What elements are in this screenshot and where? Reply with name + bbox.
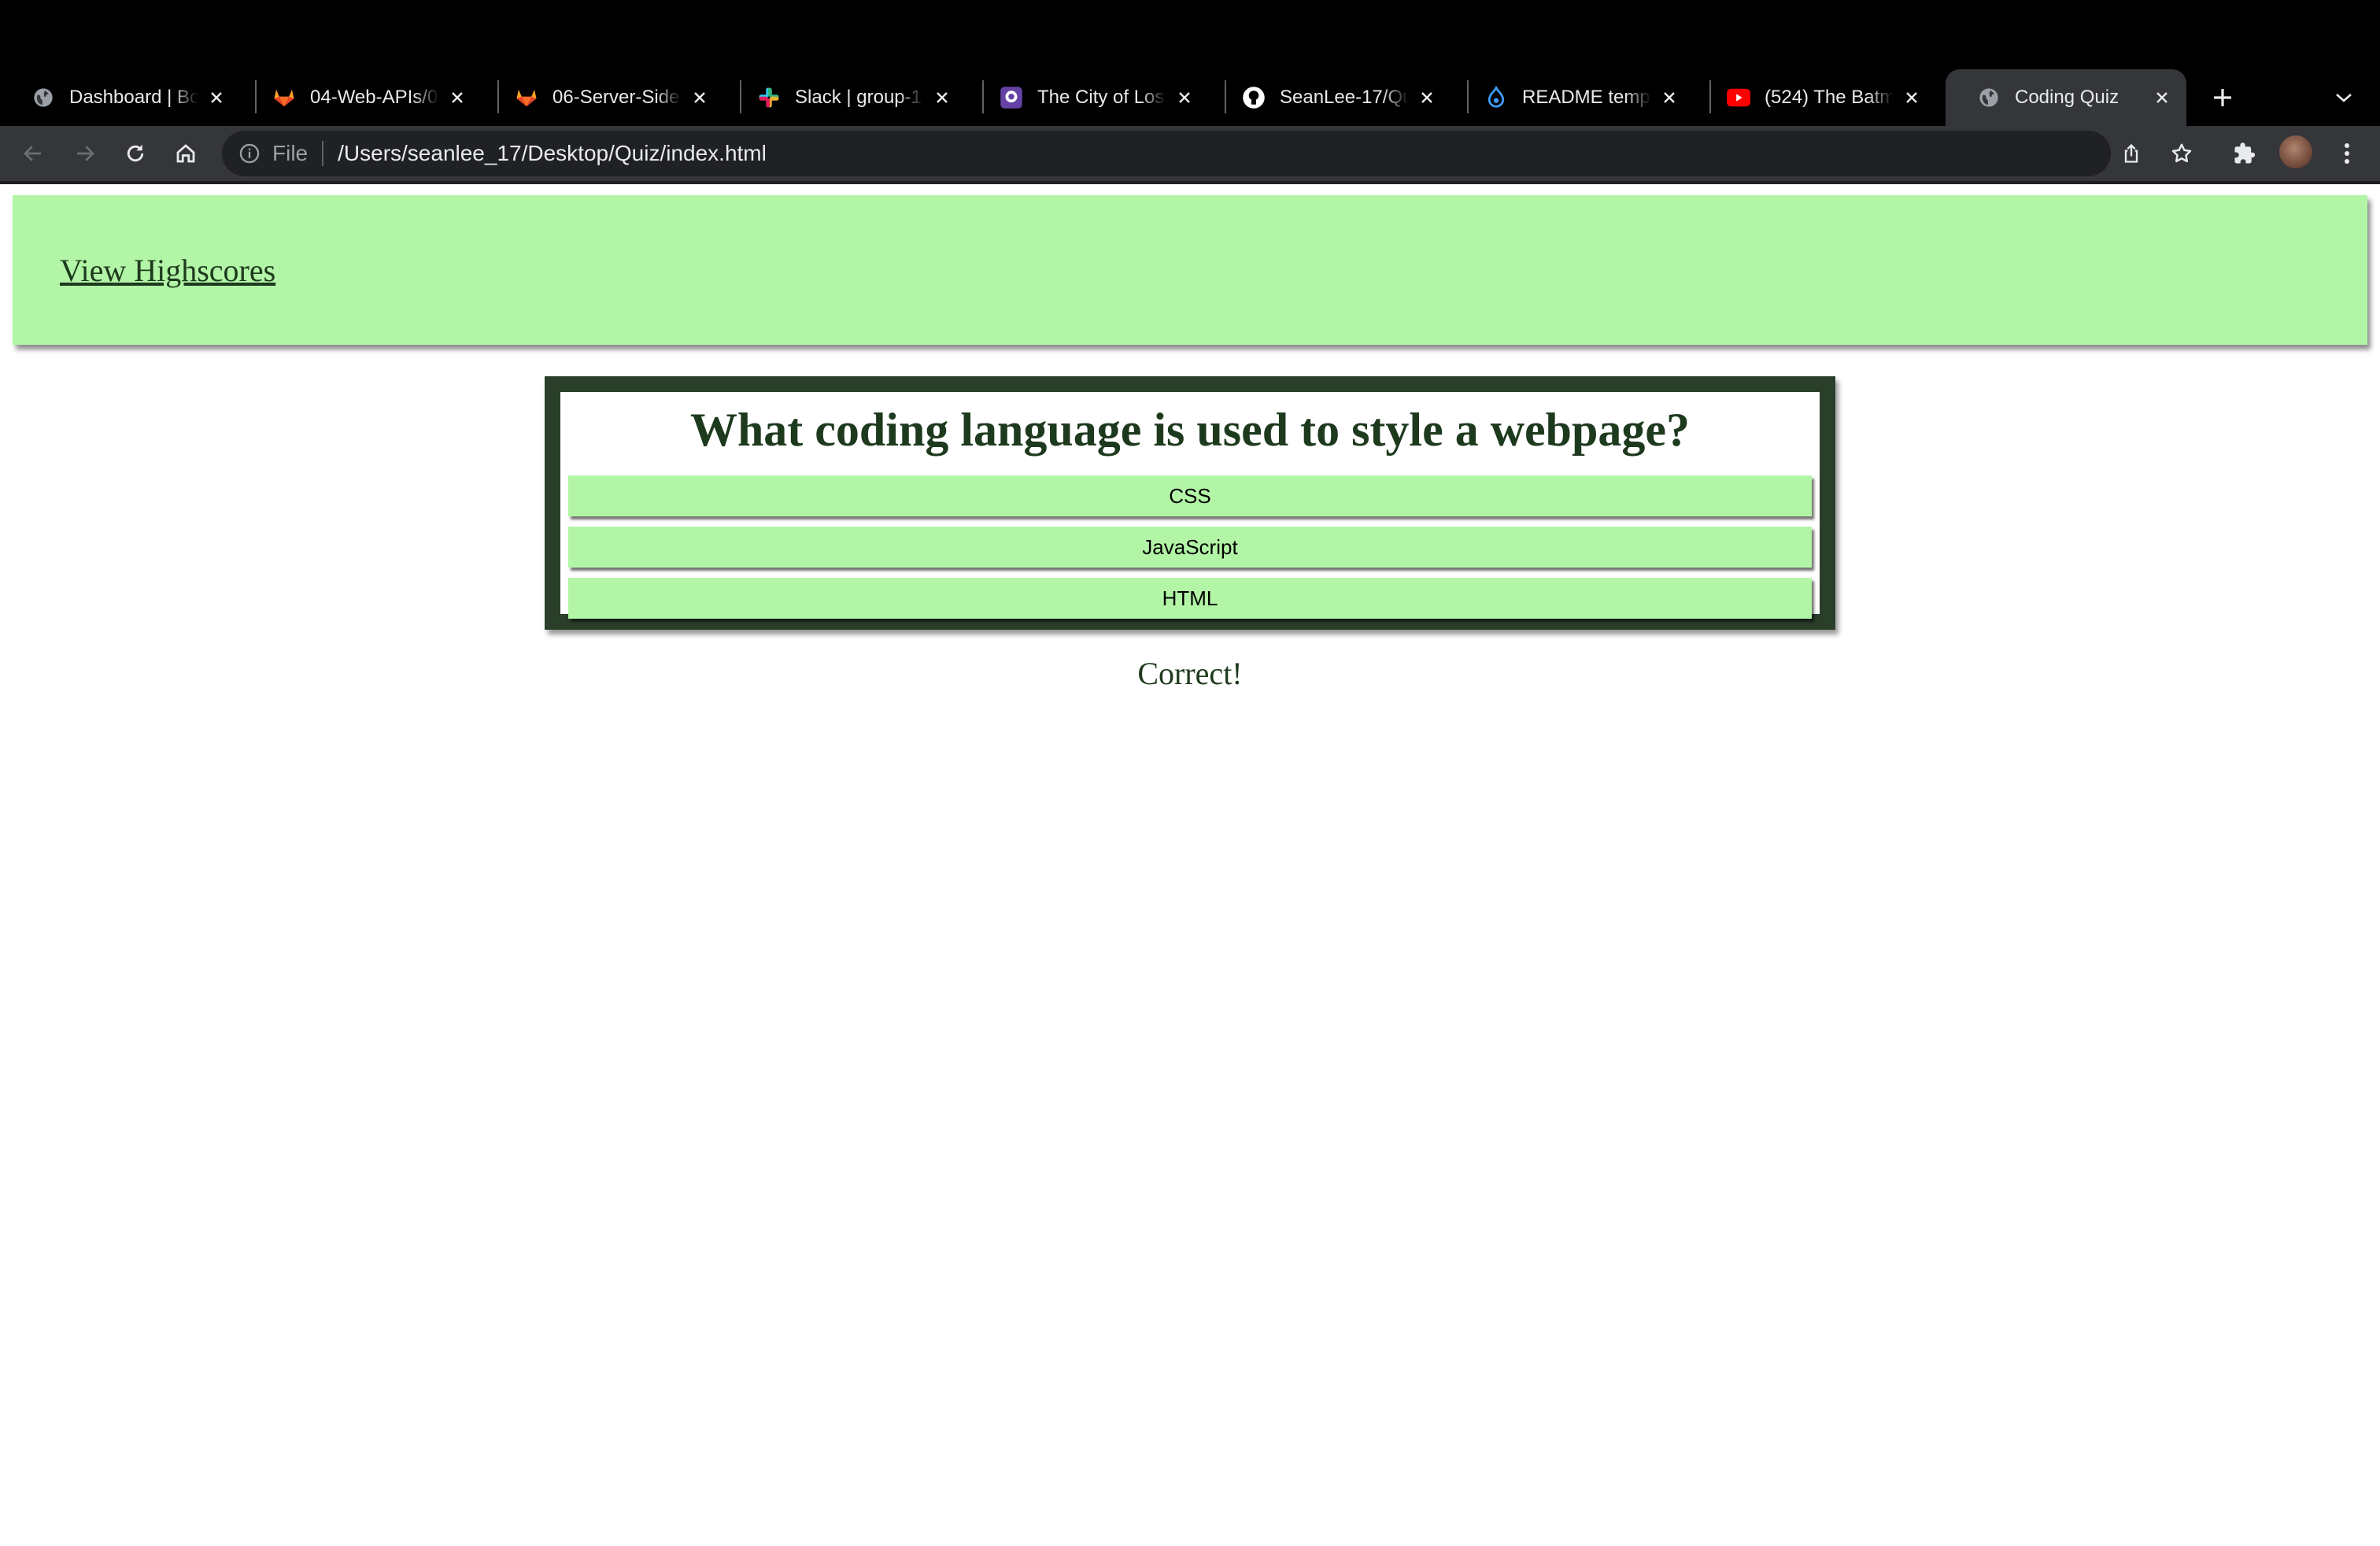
tab-title: 04-Web-APIs/02	[310, 87, 439, 108]
home-button[interactable]	[167, 135, 205, 172]
address-bar[interactable]: File /Users/seanlee_17/Desktop/Quiz/inde…	[222, 131, 2111, 176]
browser-tab[interactable]: 06-Server-Side-APIs	[483, 69, 724, 126]
address-url[interactable]: /Users/seanlee_17/Desktop/Quiz/index.htm…	[338, 141, 767, 166]
question-title: What coding language is used to style a …	[689, 404, 1691, 456]
tab-title: SeanLee-17/Quiz	[1280, 87, 1409, 108]
browser-tab[interactable]: Dashboard | Bootcamp Spot	[0, 69, 241, 126]
browser-tab[interactable]: (524) The Batman	[1695, 69, 1936, 126]
quiz-card: What coding language is used to style a …	[545, 376, 1835, 630]
browser-tab[interactable]: The City of Lost Souls	[968, 69, 1209, 126]
browser-tab[interactable]: README template	[1453, 69, 1694, 126]
close-icon[interactable]	[1900, 86, 1924, 109]
close-icon[interactable]	[445, 86, 469, 109]
close-icon[interactable]	[205, 86, 228, 109]
answer-button[interactable]: HTML	[568, 578, 1812, 619]
bookmark-star-icon[interactable]	[2163, 135, 2201, 172]
profile-avatar[interactable]	[2279, 135, 2312, 168]
answer-feedback: Correct!	[1137, 656, 1243, 691]
tab-title: Coding Quiz	[2015, 87, 2119, 108]
back-button[interactable]	[14, 135, 52, 172]
drupal-icon	[1484, 86, 1508, 109]
view-highscores-link[interactable]: View Highscores	[60, 252, 275, 289]
close-icon[interactable]	[1658, 86, 1681, 109]
reload-button[interactable]	[116, 135, 154, 172]
info-icon[interactable]	[238, 142, 261, 165]
answer-button[interactable]: CSS	[568, 475, 1812, 516]
browser-tab[interactable]: Slack | group-1	[726, 69, 966, 126]
tab-strip: Dashboard | Bootcamp Spot 04-Web-APIs/02…	[0, 0, 2380, 129]
tab-title: Dashboard | Bootcamp Spot	[69, 87, 198, 108]
tab-title: Slack | group-1	[795, 87, 922, 108]
close-icon[interactable]	[2150, 86, 2174, 109]
share-icon[interactable]	[2112, 135, 2150, 172]
slack-icon	[757, 86, 781, 109]
menu-kebab-icon[interactable]	[2328, 135, 2366, 172]
gitlab-icon	[272, 86, 296, 109]
close-icon[interactable]	[1415, 86, 1439, 109]
youtube-icon	[1727, 86, 1750, 109]
github-icon	[1242, 86, 1266, 109]
tab-title: 06-Server-Side-APIs	[552, 87, 682, 108]
gitlab-icon	[515, 86, 538, 109]
new-tab-button[interactable]	[2204, 79, 2241, 117]
browser-tab[interactable]: 04-Web-APIs/02	[241, 69, 482, 126]
answer-button[interactable]: JavaScript	[568, 527, 1812, 568]
globe-icon	[31, 86, 55, 109]
page-header: View Highscores	[13, 195, 2367, 345]
tab-title: README template	[1522, 87, 1651, 108]
extensions-puzzle-icon[interactable]	[2226, 135, 2264, 172]
tab-search-chevron-icon[interactable]	[2328, 82, 2360, 113]
browser-tab-active[interactable]: Coding Quiz	[1946, 69, 2186, 126]
forward-button[interactable]	[66, 135, 104, 172]
browser-tab[interactable]: SeanLee-17/Quiz	[1210, 69, 1451, 126]
globe-icon	[1977, 86, 2001, 109]
twitch-icon	[1000, 86, 1023, 109]
tab-title: (524) The Batman	[1765, 87, 1894, 108]
address-scheme-label: File	[272, 141, 309, 165]
address-divider	[322, 141, 324, 166]
close-icon[interactable]	[1173, 86, 1196, 109]
close-icon[interactable]	[930, 86, 954, 109]
web-page: View Highscores What coding language is …	[0, 184, 2380, 1546]
tab-title: The City of Lost Souls	[1037, 87, 1166, 108]
close-icon[interactable]	[688, 86, 711, 109]
browser-toolbar: File /Users/seanlee_17/Desktop/Quiz/inde…	[0, 126, 2380, 181]
